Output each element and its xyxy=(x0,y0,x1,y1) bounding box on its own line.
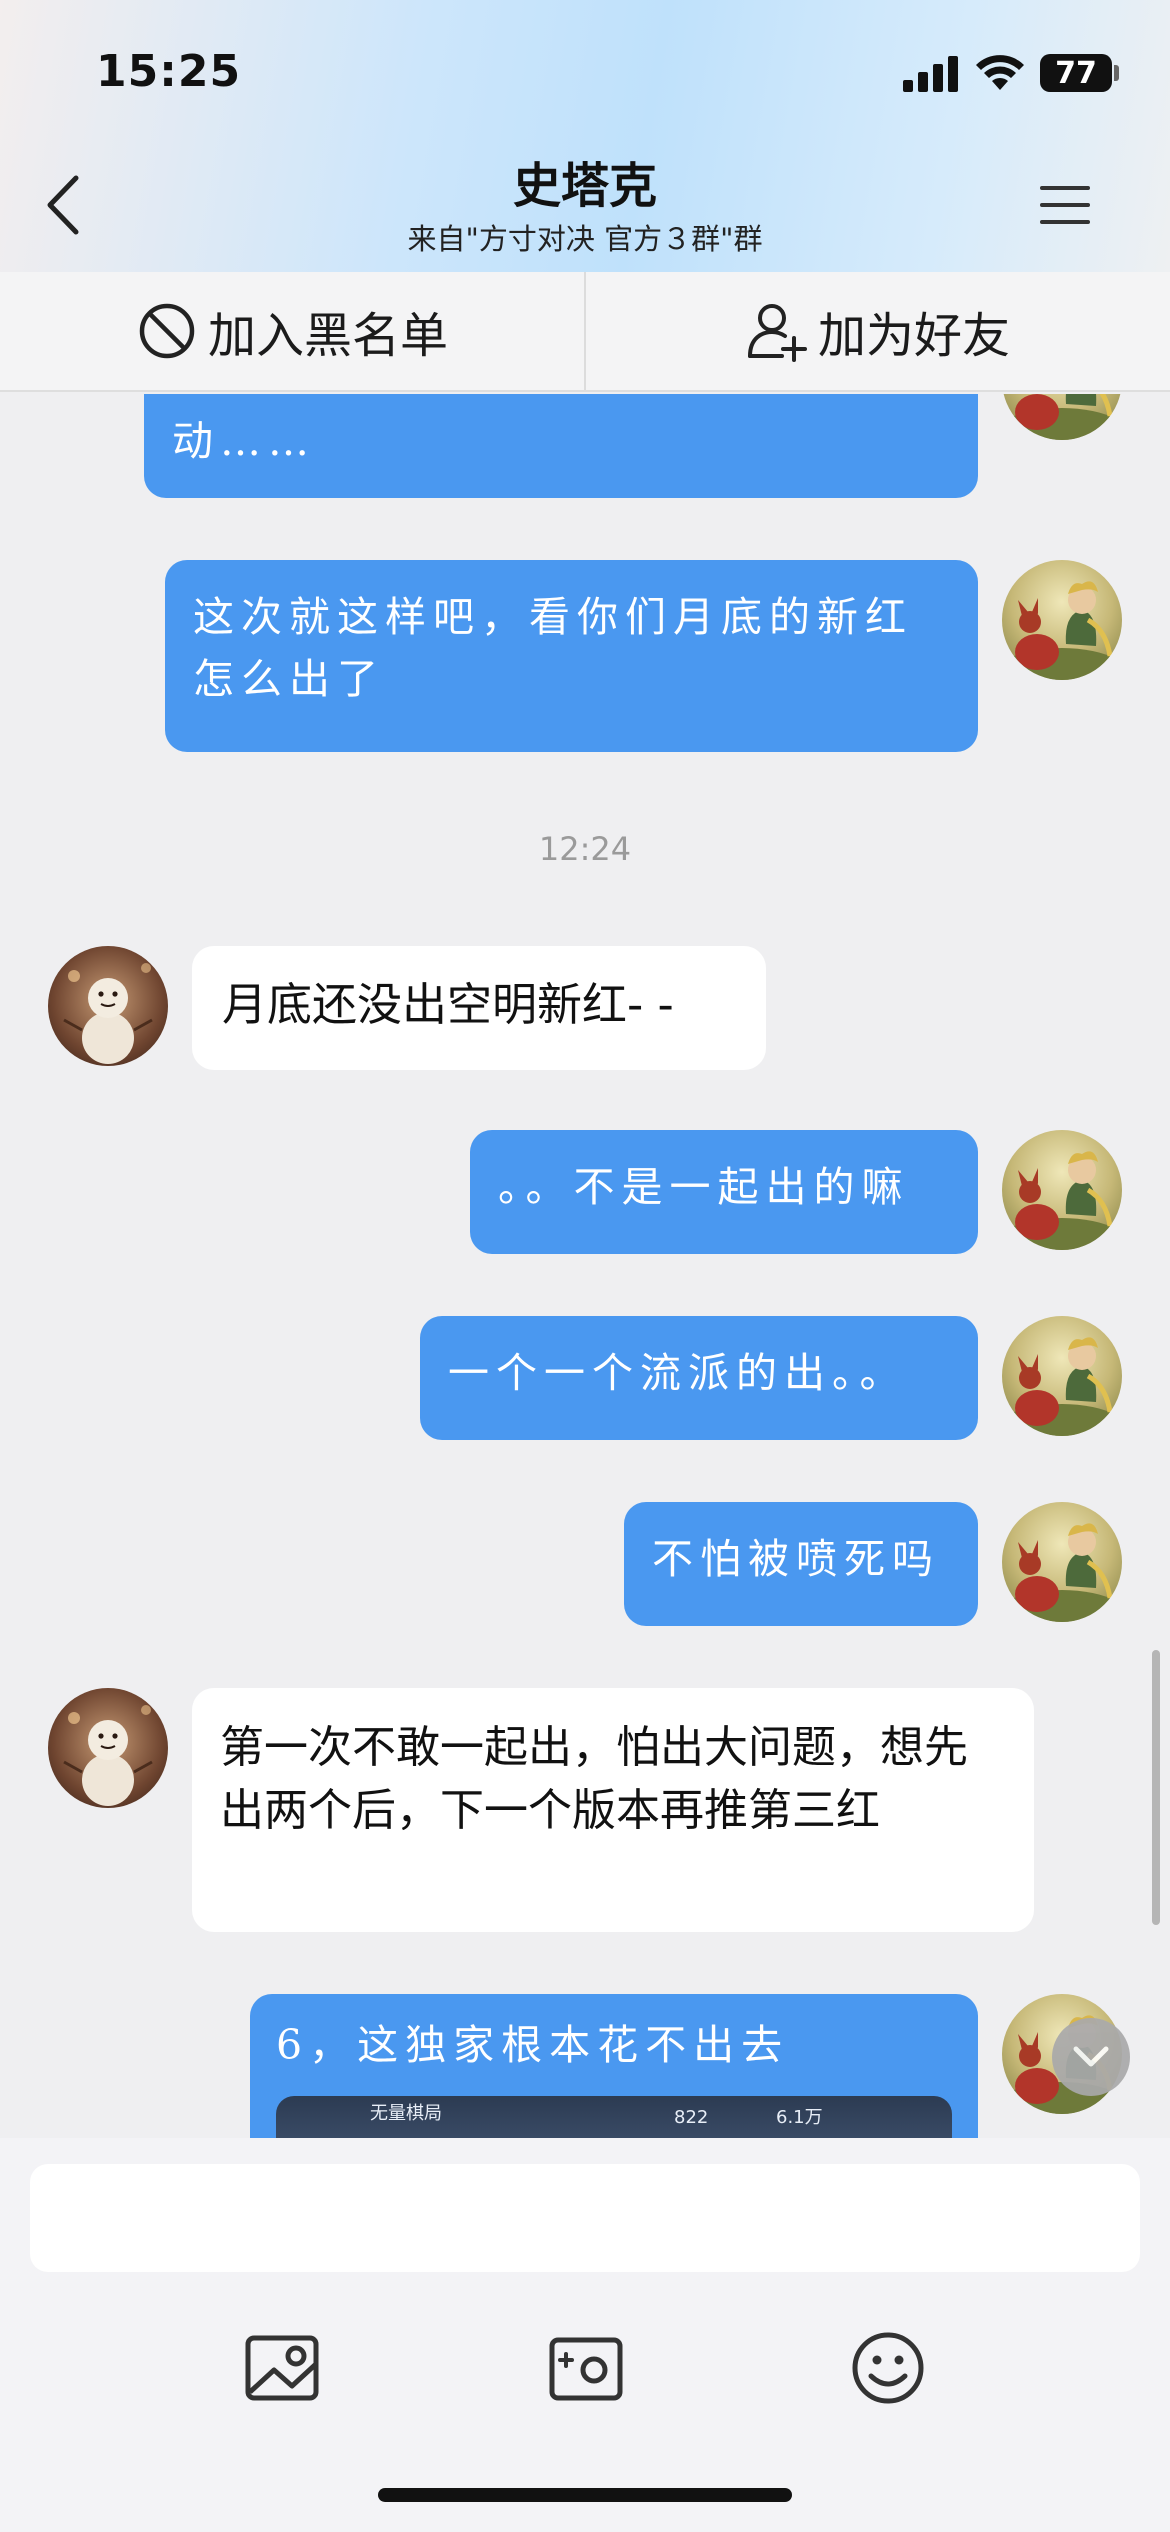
my-avatar[interactable] xyxy=(1002,394,1122,440)
message-bubble-sent[interactable]: 动…… xyxy=(144,394,978,498)
contact-avatar[interactable] xyxy=(48,1688,168,1808)
battery-icon: 77 xyxy=(1040,54,1112,92)
image-caption: 无量棋局 xyxy=(370,2103,442,2124)
person-add-icon xyxy=(747,304,807,362)
block-button[interactable]: 加入黑名单 xyxy=(0,272,586,390)
message-image[interactable]: 无量棋局 822 6.1万 xyxy=(276,2096,952,2138)
message-text: 不怕被喷死吗 xyxy=(652,1535,940,1583)
action-bar: 加入黑名单 加为好友 xyxy=(0,272,1170,392)
message-text: 第一次不敢一起出，怕出大问题，想先出两个后，下一个版本再推第三红 xyxy=(220,1722,968,1836)
chat-area[interactable]: 动…… 这次就这样吧，看你们月底的新红怎么出了 12:24 月底还没出空明新红-… xyxy=(0,394,1170,2138)
image-value: 6.1万 xyxy=(776,2107,823,2128)
message-text: 6，这独家根本花不出去 xyxy=(276,2021,790,2069)
chat-title: 史塔克 xyxy=(512,158,657,214)
home-indicator[interactable] xyxy=(378,2488,792,2502)
message-text: 动…… xyxy=(172,417,316,465)
hamburger-menu-icon[interactable] xyxy=(1036,180,1094,230)
block-label: 加入黑名单 xyxy=(207,308,448,364)
battery-cap xyxy=(1114,65,1119,81)
my-avatar[interactable] xyxy=(1002,1316,1122,1436)
message-input[interactable] xyxy=(30,2164,1140,2272)
chevron-down-icon xyxy=(1073,2046,1109,2067)
message-text: 这次就这样吧，看你们月底的新红怎么出了 xyxy=(193,593,913,703)
wifi-icon xyxy=(976,55,1024,90)
message-timestamp: 12:24 xyxy=(538,830,632,868)
image-icon[interactable] xyxy=(240,2326,324,2410)
add-friend-label: 加为好友 xyxy=(817,308,1010,364)
battery-level: 77 xyxy=(1055,55,1097,91)
no-entry-icon xyxy=(139,303,195,359)
contact-avatar[interactable] xyxy=(48,946,168,1066)
message-bubble-sent[interactable]: 这次就这样吧，看你们月底的新红怎么出了 xyxy=(165,560,978,752)
my-avatar[interactable] xyxy=(1002,560,1122,680)
smiley-icon[interactable] xyxy=(846,2326,930,2410)
message-bubble-sent[interactable]: 一个一个流派的出。。 xyxy=(420,1316,978,1440)
image-value: 822 xyxy=(674,2107,709,2128)
message-bubble-sent[interactable]: 。。不是一起出的嘛 xyxy=(470,1130,978,1254)
add-friend-button[interactable]: 加为好友 xyxy=(586,272,1170,390)
message-text: 一个一个流派的出。。 xyxy=(448,1349,908,1397)
message-text: 。。不是一起出的嘛 xyxy=(498,1163,910,1211)
message-bubble-sent[interactable]: 6，这独家根本花不出去 无量棋局 822 6.1万 xyxy=(250,1994,978,2138)
message-bubble-received[interactable]: 第一次不敢一起出，怕出大问题，想先出两个后，下一个版本再推第三红 xyxy=(192,1688,1034,1932)
scroll-to-bottom-button[interactable] xyxy=(1052,2018,1130,2096)
input-panel xyxy=(0,2138,1170,2532)
message-bubble-received[interactable]: 月底还没出空明新红- - xyxy=(192,946,766,1070)
my-avatar[interactable] xyxy=(1002,1130,1122,1250)
message-text: 月底还没出空明新红- - xyxy=(222,978,674,1031)
chat-scrollbar[interactable] xyxy=(1152,1650,1160,1925)
top-header: 15:25 77 史塔克 来自"方寸对决 官方３群"群 xyxy=(0,0,1170,272)
chat-subtitle: 来自"方寸对决 官方３群"群 xyxy=(407,222,763,256)
camera-icon[interactable] xyxy=(544,2326,628,2410)
my-avatar[interactable] xyxy=(1002,1502,1122,1622)
status-time: 15:25 xyxy=(96,46,242,97)
message-bubble-sent[interactable]: 不怕被喷死吗 xyxy=(624,1502,978,1626)
cellular-signal-icon xyxy=(903,56,958,92)
